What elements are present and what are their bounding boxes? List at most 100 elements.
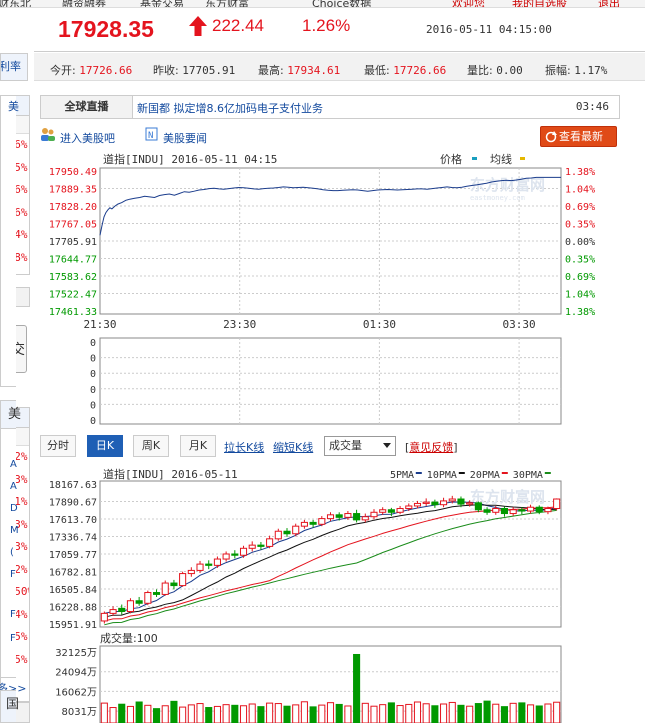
volume-bar (257, 706, 265, 723)
right-label[interactable]: ( (10, 547, 14, 558)
volume-bar (126, 705, 134, 723)
candle-body (126, 600, 134, 612)
zoom-out-link[interactable]: 缩短K线 (273, 439, 313, 455)
volume-title: 成交量:100 (100, 631, 158, 645)
volume-bar (457, 704, 465, 723)
top-nav-item[interactable]: 退出 (598, 0, 620, 7)
volume-tick-label: 16062万 (55, 687, 97, 698)
legend-avg-swatch (520, 157, 525, 160)
indicator-select[interactable]: 成交量 (324, 436, 396, 456)
right-label[interactable]: A (10, 481, 17, 492)
volume-bar (370, 705, 378, 723)
pct-tick-label: 0.69% (565, 202, 595, 213)
candle-body (239, 547, 248, 556)
volume-bar (466, 705, 474, 723)
volume-bar (387, 702, 395, 723)
intraday-title: 道指[INDU] 2016-05-11 04:15 (103, 152, 277, 166)
left-tab-rate[interactable]: 利率 (0, 53, 28, 81)
zoom-in-link[interactable]: 拉长K线 (224, 439, 264, 455)
ma-legend-label: 30PMA (513, 470, 543, 481)
candle-body (396, 507, 404, 513)
volume-bar (361, 702, 369, 723)
volume-tick-label: 0 (90, 400, 96, 411)
candle-body (500, 507, 509, 515)
tab-weekly-k[interactable]: 周K (133, 435, 169, 457)
candle-body (222, 553, 230, 560)
top-nav-item[interactable]: 基金交易 (140, 0, 184, 7)
price-tick-label: 17522.47 (49, 290, 97, 301)
candle-body (300, 521, 308, 527)
right-label[interactable]: A (10, 459, 17, 470)
kline-title: 道指[INDU] 2016-05-11 (103, 467, 238, 481)
time-tick-label: 01:30 (363, 318, 396, 331)
watermark: 东方财富网 (470, 176, 545, 194)
candle-body (205, 563, 213, 566)
volume-bar (500, 706, 509, 723)
candle-body (144, 592, 152, 604)
candle-body (544, 507, 552, 513)
top-nav-item[interactable]: Choice数据 (312, 0, 371, 7)
right-label[interactable]: D (10, 503, 18, 514)
volume-bar (161, 705, 169, 723)
volume-tick-label: 24094万 (55, 668, 97, 679)
candle-body (413, 502, 422, 507)
top-nav-item[interactable]: 东方财富 (205, 0, 249, 7)
pct-tick-label: 1.38% (565, 307, 595, 318)
news-tag: 全球直播 (41, 96, 133, 118)
candle-body (527, 506, 535, 512)
candle-body (257, 544, 265, 547)
price-tick-label: 17583.62 (49, 272, 97, 283)
volume-bar (135, 701, 143, 723)
volume-tick-label: 0 (90, 338, 96, 349)
top-nav-item[interactable]: 融资融券 (62, 0, 106, 7)
us-stock-forum-link[interactable]: 进入美股吧 (60, 130, 115, 146)
view-latest-button[interactable]: 查看最新 (540, 126, 617, 147)
candle-body (553, 498, 561, 509)
intraday-chart: 道指[INDU] 2016-05-11 04:15 价格 均线 17950.49… (49, 152, 595, 427)
volume-tick-label: 0 (90, 385, 96, 396)
legend-avg: 均线 (490, 152, 512, 166)
pct-tick-label: 1.04% (565, 185, 595, 196)
volume-bar (309, 706, 317, 723)
us-stock-news-link[interactable]: 美股要闻 (163, 130, 207, 146)
right-label[interactable]: F (10, 609, 16, 620)
volume-bar (248, 703, 256, 723)
tab-daily-k[interactable]: 日K (87, 435, 123, 457)
right-label[interactable]: F (10, 633, 16, 644)
kline-tick-label: 16782.81 (49, 568, 97, 579)
news-headline[interactable]: 新国都 拟定增8.6亿加码电子支付业务 (137, 100, 323, 116)
volume-tick-label: 0 (90, 416, 96, 427)
tab-monthly-k[interactable]: 月K (180, 435, 216, 457)
candle-body (231, 553, 239, 556)
legend-price-swatch (472, 157, 477, 160)
news-time: 03:46 (575, 100, 609, 113)
volume-bar (292, 704, 300, 723)
candle-body (179, 573, 187, 587)
volume-bar (527, 704, 535, 723)
quote-timestamp: 2016-05-11 04:15:00 (426, 23, 552, 36)
candle-body (370, 511, 378, 518)
right-label: 美 (1, 401, 21, 429)
top-nav-item[interactable]: 我的自选股 (512, 0, 567, 7)
ma-legend-swatch (501, 472, 508, 474)
right-label[interactable]: M (10, 525, 19, 536)
indicator-select-value: 成交量 (329, 439, 362, 452)
candle-body (248, 544, 256, 549)
volume-tick-label: 8031万 (62, 707, 97, 718)
tab-timeshare[interactable]: 分时 (40, 435, 76, 457)
right-box-3: 国 (0, 690, 19, 723)
candle-body (161, 582, 169, 595)
volume-bar (239, 705, 248, 723)
top-nav-item[interactable]: 财东北 (0, 0, 31, 7)
volume-bar (326, 702, 335, 723)
right-label[interactable]: F (10, 569, 16, 580)
candle-body (422, 501, 430, 504)
volume-bar (379, 704, 387, 723)
top-nav-item[interactable]: 欢迎您 (452, 0, 485, 7)
time-tick-label: 03:30 (503, 318, 536, 331)
volume-bar (413, 701, 422, 723)
kline-tick-label: 17890.67 (49, 498, 97, 509)
pct-tick-label: 0.00% (565, 237, 595, 248)
feedback-link[interactable]: [意见反馈] (405, 439, 458, 455)
candle-body (361, 516, 369, 521)
